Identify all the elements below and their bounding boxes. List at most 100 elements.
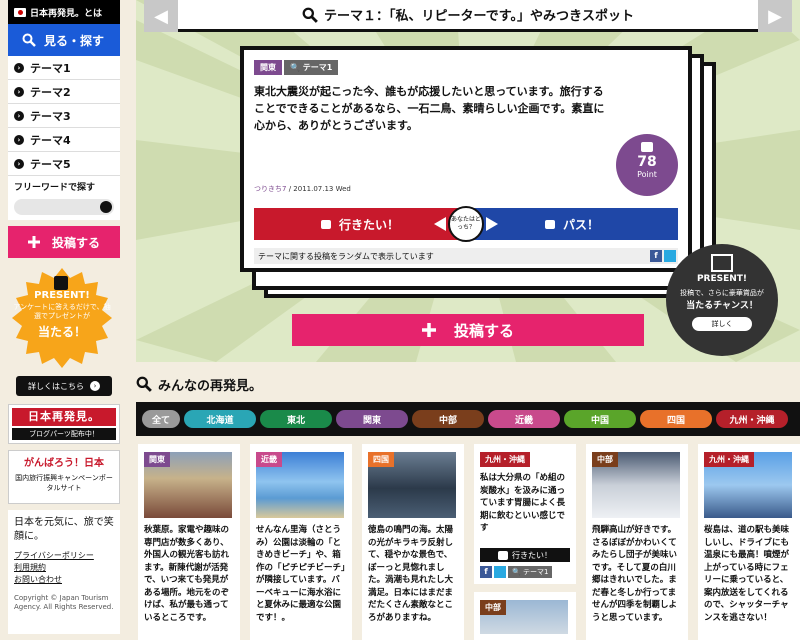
terms-link[interactable]: 利用規約 [14,562,114,574]
post-text: 徳島の鳴門の海。太陽の光がキラキラ反射して、穏やかな景色で、ぼーっと見惚れました… [368,525,454,623]
region-badge: 近畿 [256,452,282,467]
freeword-input[interactable] [14,199,114,215]
post-text: 東北大震災が起こった今、誰もが応援したいと思っています。旅行することでできること… [254,85,605,132]
post-card[interactable]: 中部 [474,592,576,640]
region-filter-8[interactable]: 九州・沖縄 [716,410,788,428]
region-filter-6[interactable]: 中国 [564,410,636,428]
present-banner[interactable]: PRESENT! アンケートに答えるだけで、抽選でプレゼントが 当たる！ [8,268,120,368]
present-title: PRESENT! [34,290,90,301]
japan-flag-icon [14,7,26,17]
post-card[interactable]: 中部飛騨高山が好きです。さるぼぼがかわいくてみたらし団子が美味いです。そして夏の… [586,444,688,640]
site-logo: 日本再発見。 [12,408,116,426]
region-badge: 関東 [144,452,170,467]
region-badge: 九州・沖縄 [704,452,754,467]
present-details-button[interactable]: 詳しくはこちら › [16,376,112,396]
slogan: 日本を元気に、旅で笑顔に。 [14,517,114,542]
post-card[interactable]: 四国 徳島の鳴門の海。太陽の光がキラキラ反射して、穏やかな景色で、ぼーっと見惚れま… [362,444,464,640]
want-button[interactable]: 行きたい！ [480,548,570,562]
post-text: 飛騨高山が好きです。さるぼぼがかわいくてみたらし団子が美味いです。そして夏の白川… [592,525,678,623]
post-date: / 2011.07.13 Wed [288,185,351,193]
gift-icon [711,254,733,272]
present-details-button[interactable]: 詳しく [692,317,752,331]
chevron-right-icon: › [14,62,24,73]
arrow-right-icon [486,217,498,231]
look-search-tab[interactable]: 見る・探す [8,24,120,56]
post-text: 桜島は、道の駅も美味しいし、ドライブにも温泉にも最高！噴煙が上がっている時にフェ… [704,525,790,623]
post-text: せんなん里海（さとうみ）公園は淡輪の「ときめきビーチ」や、箱作の「ピチピチビーチ… [256,525,346,623]
search-icon [136,376,152,392]
post-card[interactable]: 九州・沖縄私は大分県の「め組の炭酸水」を汲みに通っています胃腸によく長期に飲むと… [474,444,576,584]
contact-link[interactable]: お問い合わせ [14,574,114,586]
sidebar-item-theme3[interactable]: › テーマ3 [8,104,120,128]
region-filter-4[interactable]: 中部 [412,410,484,428]
region-filter-5[interactable]: 近畿 [488,410,560,428]
points-label: Point [637,170,657,179]
ganbarou-banner[interactable]: がんばろう！日本 国内旅行振興キャンペーンポータルサイト [8,450,120,504]
region-tag[interactable]: 関東 [254,60,282,75]
which-indicator: あなたはどっち？ [432,206,500,242]
facebook-icon[interactable]: f [480,566,492,578]
sidebar-item-theme5[interactable]: › テーマ5 [8,152,120,176]
region-filter-1[interactable]: 北海道 [184,410,256,428]
sidebar-item-theme2[interactable]: › テーマ2 [8,80,120,104]
region-filter-2[interactable]: 東北 [260,410,332,428]
region-badge: 九州・沖縄 [480,452,530,467]
post-text: 秋葉原。家電や趣味の専門店が数多くあり、外国人の観光客も訪れます。新陳代謝が活発… [144,525,230,623]
post-card[interactable]: 近畿せんなん里海（さとうみ）公園は淡輪の「ときめきビーチ」や、箱作の「ピチピチビ… [250,444,352,640]
present-sub: アンケートに答えるだけで、抽選でプレゼントが [13,303,111,320]
arrow-left-icon: ◀ [154,5,168,27]
hero-title: テーマ１：「私、リピーターです。」やみつきスポット [324,9,634,24]
post-button[interactable]: 投稿する [8,226,120,258]
region-filter-0[interactable]: 全て [142,410,180,428]
search-icon [22,33,36,47]
region-badge: 中部 [592,452,618,467]
chevron-right-icon: › [14,110,24,121]
sidebar: 日本再発見。とは 見る・探す › テーマ1 › テーマ2 › テーマ3 › テーマ4 ›… [8,0,120,640]
chevron-right-icon: › [14,86,24,97]
chevron-right-icon: › [14,158,24,169]
privacy-link[interactable]: プライバシーポリシー [14,550,114,562]
bag-icon [544,219,555,229]
theme-tag[interactable]: 🔍 テーマ1 [284,60,339,75]
arrow-left-icon [434,217,446,231]
bag-icon [320,219,331,229]
region-filter-3[interactable]: 関東 [336,410,408,428]
hero-present-badge[interactable]: PRESENT! 投稿で、さらに豪華賞品が 当たるチャンス！ 詳しく [666,244,778,356]
blog-parts-banner[interactable]: 日本再発見。 ブログパーツ配布中！ [8,404,120,444]
region-badge: 中部 [480,600,506,615]
post-user[interactable]: つりきち7 [254,185,286,193]
present-big: 当たる！ [37,325,86,339]
posts-grid: 関東秋葉原。家電や趣味の専門店が数多くあり、外国人の観光客も訪れます。新陳代謝が… [136,442,800,640]
sidebar-info: 日本を元気に、旅で笑顔に。 プライバシーポリシー 利用規約 お問い合わせ Cop… [8,510,120,634]
twitter-icon[interactable] [494,566,506,578]
twitter-icon[interactable] [664,250,676,262]
post-card[interactable]: 九州・沖縄桜島は、道の駅も美味しいし、ドライブにも温泉にも最高！噴煙が上がってい… [698,444,800,640]
arrow-right-icon: › [90,381,100,391]
region-filter-bar: 全て 北海道 東北 関東 中部 近畿 中国 四国 九州・沖縄 [136,402,800,436]
freeword-label: フリーワードで探す [14,183,96,193]
hero-post-button[interactable]: 投稿する [292,314,644,346]
search-icon[interactable] [100,201,112,213]
sidebar-item-theme1[interactable]: › テーマ1 [8,56,120,80]
region-filter-7[interactable]: 四国 [640,410,712,428]
plus-icon [421,323,436,337]
about-link[interactable]: 日本再発見。とは [8,0,120,24]
sidebar-item-theme4[interactable]: › テーマ4 [8,128,120,152]
post-text: 私は大分県の「め組の炭酸水」を汲みに通っています胃腸によく長期に飲むといい感じで… [480,473,566,533]
document-icon [54,276,68,290]
hero-title-bar: テーマ１：「私、リピーターです。」やみつきスポット [144,0,792,32]
vote-bar: 行きたい！ パス！ あなたはどっち？ [254,206,678,242]
post-meta: つりきち7 / 2011.07.13 Wed [254,184,351,194]
search-icon [302,7,318,23]
post-card[interactable]: 関東秋葉原。家電や趣味の専門店が数多くあり、外国人の観光客も訪れます。新陳代謝が… [138,444,240,640]
copyright: Copyright © Japan Tourism Agency. All Ri… [14,594,114,611]
plus-icon [28,236,40,248]
facebook-icon[interactable]: f [650,250,662,262]
blog-caption: ブログパーツ配布中！ [12,428,116,440]
theme-tag[interactable]: 🔍 テーマ1 [508,566,553,578]
prev-arrow-button[interactable]: ◀ [144,0,178,32]
share-row: f 🔍 テーマ1 [480,566,553,578]
chevron-right-icon: › [14,134,24,145]
featured-post-card: 関東 🔍 テーマ1 東北大震災が起こった今、誰もが応援したいと思っています。旅行… [240,46,692,272]
next-arrow-button[interactable]: ▶ [758,0,792,32]
